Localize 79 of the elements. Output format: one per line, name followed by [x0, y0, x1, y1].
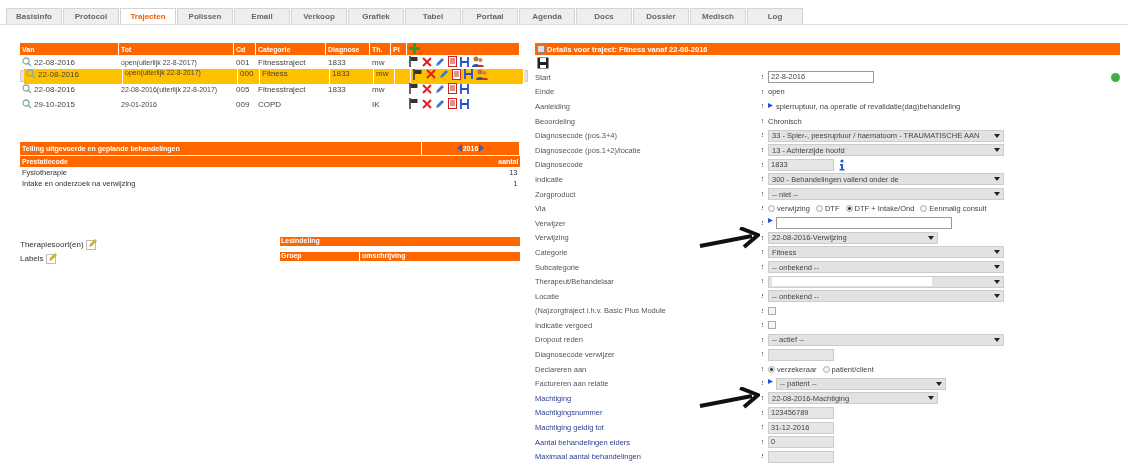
input-field[interactable] — [768, 348, 834, 361]
caret-icon — [994, 265, 1000, 269]
table-cell: 1833 — [328, 85, 346, 94]
flag-icon[interactable] — [768, 378, 773, 387]
search-icon[interactable] — [26, 68, 36, 79]
table-cell: 000 — [240, 68, 254, 78]
tab[interactable]: Log — [747, 8, 803, 24]
flag-icon[interactable] — [768, 103, 773, 111]
input-field[interactable] — [768, 450, 834, 463]
checkbox[interactable] — [768, 306, 776, 315]
caret-icon — [994, 279, 1000, 284]
pencil-icon[interactable] — [435, 98, 445, 109]
table-cell: Fitness — [262, 68, 288, 78]
window-icon — [537, 45, 545, 53]
search-icon[interactable] — [22, 56, 32, 67]
flag-icon[interactable] — [409, 98, 419, 109]
table-cell: 29-10-2015 — [34, 99, 75, 109]
tab[interactable]: Dossier — [633, 8, 689, 24]
table-cell: 1833 — [328, 58, 346, 67]
caret-icon — [994, 133, 1000, 138]
flag-icon[interactable] — [413, 68, 423, 80]
table-cell: mw — [376, 68, 389, 78]
table-cell: 005 — [236, 85, 250, 94]
pencil-icon[interactable] — [435, 83, 445, 94]
tab[interactable]: Medisch — [690, 8, 746, 24]
tab[interactable]: Protocol — [63, 8, 119, 24]
checkbox[interactable] — [768, 321, 776, 330]
caret-icon — [994, 148, 1000, 153]
delete-icon[interactable] — [422, 83, 432, 94]
caret-icon — [928, 396, 934, 401]
table-cell: 009 — [236, 100, 250, 109]
flag-icon[interactable] — [409, 56, 419, 67]
radio-button[interactable] — [822, 365, 830, 373]
radio-button[interactable] — [815, 205, 823, 213]
search-icon[interactable] — [22, 83, 32, 94]
delete-icon[interactable] — [422, 98, 432, 109]
radio-button[interactable] — [768, 365, 775, 373]
table-cell: 22-08-2016 — [38, 69, 79, 79]
pencil-icon[interactable] — [435, 56, 445, 67]
tab[interactable]: Docs — [576, 8, 632, 24]
table-cell: 001 — [236, 58, 250, 67]
caret-icon — [994, 192, 1000, 197]
caret-icon — [928, 235, 934, 240]
table-cell: 22-08-2016 — [34, 57, 75, 67]
tab[interactable]: Grafiek — [348, 8, 404, 24]
delete-icon[interactable] — [422, 56, 432, 67]
tab[interactable]: Basisinfo — [6, 8, 62, 24]
radio-button[interactable] — [920, 205, 928, 213]
table-cell: Fitnesstraject — [258, 85, 306, 94]
tab[interactable]: Agenda — [519, 8, 575, 24]
input-field[interactable] — [776, 217, 952, 230]
table-cell: mw — [372, 85, 385, 94]
flag-icon[interactable] — [409, 83, 419, 94]
table-cell: COPD — [258, 100, 282, 109]
tab[interactable]: Portaal — [462, 8, 518, 24]
save-icon[interactable] — [537, 57, 549, 69]
info-icon[interactable] — [837, 158, 847, 171]
tab[interactable]: Email — [234, 8, 290, 24]
field-label: Therapiesoort(en) — [20, 239, 84, 249]
caret-icon — [994, 294, 1000, 299]
search-icon[interactable] — [22, 98, 32, 109]
field-label: Labels — [20, 253, 44, 263]
caret-icon — [936, 381, 942, 386]
radio-button[interactable] — [845, 205, 853, 213]
tab[interactable]: Tabel — [405, 8, 461, 24]
table-cell: IK — [372, 100, 380, 109]
caret-icon — [994, 338, 1000, 342]
tab[interactable]: Polissen — [177, 8, 233, 24]
pencil-icon[interactable] — [439, 69, 449, 79]
table-cell: 1833 — [332, 68, 350, 78]
people-icon[interactable] — [476, 68, 488, 80]
table-cell: Fitnesstraject — [258, 58, 306, 67]
caret-icon — [994, 177, 1000, 182]
table-cell: mw — [372, 58, 385, 67]
radio-button[interactable] — [768, 205, 775, 213]
caret-icon — [994, 250, 1000, 255]
table-cell: 22-08-2016 — [34, 84, 75, 94]
tab[interactable]: Verkoop — [291, 8, 347, 24]
people-icon[interactable] — [472, 56, 484, 67]
